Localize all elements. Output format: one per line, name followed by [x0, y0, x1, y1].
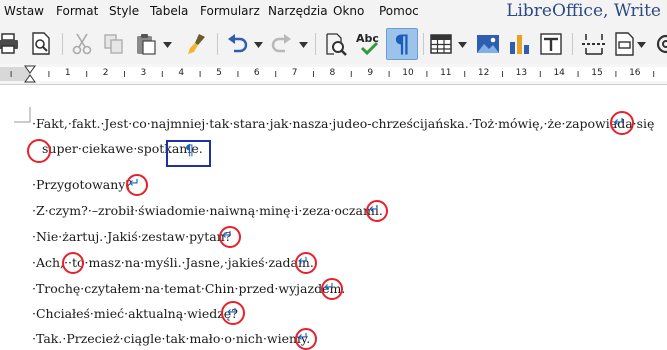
undo-icon: [228, 34, 248, 53]
insert-chart-button[interactable]: [505, 30, 533, 58]
red-annotation-circle: [219, 226, 241, 248]
ruler-number: 11: [440, 68, 452, 78]
formatting-marks-icon: ¶: [394, 30, 410, 58]
insert-chart-icon: [510, 35, 529, 54]
menu-format[interactable]: Format: [56, 4, 98, 18]
red-annotation-circle: [27, 139, 51, 163]
paragraph-line[interactable]: ·Tak.·Przecież·ciągle·tak·mało·o·nich·wi…: [32, 331, 310, 346]
print-icon: [0, 33, 18, 54]
insert-textbox-icon: [540, 33, 562, 55]
paragraph-line[interactable]: ·Z·czym?·–zrobił·świadomie·naiwną·minę·i…: [32, 203, 383, 218]
red-annotation-circle: [295, 252, 317, 274]
redo-icon: [271, 34, 291, 53]
find-replace-button[interactable]: [322, 30, 350, 58]
find-replace-icon: [326, 33, 347, 56]
ruler-number: 4: [178, 68, 185, 78]
insert-table-icon: [430, 34, 452, 54]
paste-dropdown[interactable]: [163, 40, 172, 49]
ruler-number: 12: [477, 68, 490, 78]
spelling-icon: Abc: [356, 32, 379, 56]
chevron-down-icon: [254, 41, 263, 48]
ruler-number: 13: [515, 68, 528, 78]
toolbar-separator: [315, 33, 316, 55]
insert-table-button[interactable]: [427, 30, 455, 58]
red-annotation-circle: [321, 278, 343, 300]
print-preview-button[interactable]: [27, 30, 55, 58]
paragraph-line[interactable]: ·Trochę·czytałem·na·temat·Chin·przed·wyj…: [32, 281, 345, 296]
ruler-number: 3: [140, 68, 147, 78]
ruler-margin: [0, 67, 30, 81]
ruler-number: 8: [329, 68, 336, 78]
paragraph-line[interactable]: ·Nie·żartuj.·Jakiś·zestaw·pytań?: [32, 229, 231, 244]
ruler-number: 2: [102, 68, 109, 78]
cut-button[interactable]: [68, 30, 96, 58]
menu-bar: Wstaw Format Style Tabela Formularz Narz…: [0, 0, 667, 24]
insert-image-button[interactable]: [474, 30, 502, 58]
page-break-icon: [582, 34, 606, 55]
paste-icon: [137, 34, 156, 55]
paste-button[interactable]: [132, 30, 160, 58]
menu-okno[interactable]: Okno: [333, 4, 364, 18]
insert-textbox-button[interactable]: [537, 30, 565, 58]
ruler-number: 14: [553, 68, 565, 78]
menu-narzedzia[interactable]: Narzędzia: [268, 4, 328, 18]
print-button[interactable]: [0, 30, 22, 58]
ruler-number: 7: [291, 68, 298, 78]
chevron-down-icon: [163, 41, 172, 48]
ruler-number: 10: [402, 68, 414, 78]
red-annotation-circle: [221, 301, 245, 325]
undo-button[interactable]: [223, 30, 251, 58]
insert-special-button[interactable]: [652, 30, 667, 58]
toolbar-separator: [572, 33, 573, 55]
copy-icon: [104, 34, 123, 54]
paragraph-line[interactable]: ·Przygotowany?: [32, 177, 132, 192]
ruler-number: 6: [253, 68, 260, 78]
toolbar-separator: [62, 33, 63, 55]
insert-table-dropdown[interactable]: [458, 40, 467, 49]
paragraph-line[interactable]: ·Fakt,·fakt.·Jest·co·najmniej·tak·stara·…: [32, 116, 654, 131]
print-preview-icon: [32, 32, 50, 55]
clone-formatting-icon: [188, 34, 205, 54]
ruler-number: 9: [367, 68, 374, 78]
chevron-down-icon: [458, 41, 467, 48]
insert-field-icon: [615, 32, 634, 56]
undo-dropdown[interactable]: [254, 40, 263, 49]
page-break-button[interactable]: [580, 30, 608, 58]
standard-toolbar: Abc ¶: [0, 24, 667, 65]
formatting-marks-toggle[interactable]: ¶: [386, 28, 418, 60]
insert-field-dropdown[interactable]: [637, 40, 646, 49]
horizontal-ruler[interactable]: 1 2 3 4 5 6 7 8 9 10 11 12 13 14 15 16: [0, 64, 667, 85]
ruler-number: 15: [591, 68, 603, 78]
red-annotation-circle: [366, 200, 388, 222]
copy-button[interactable]: [100, 30, 128, 58]
insert-field-button[interactable]: [611, 30, 639, 58]
red-annotation-circle: [295, 328, 317, 350]
menu-wstaw[interactable]: Wstaw: [4, 4, 44, 18]
menu-formularz[interactable]: Formularz: [200, 4, 260, 18]
ruler-number: 16: [629, 68, 641, 78]
toolbar-separator: [217, 33, 218, 55]
chevron-down-icon: [299, 41, 308, 48]
red-annotation-circle: [126, 174, 148, 196]
menu-style[interactable]: Style: [109, 4, 139, 18]
redo-dropdown[interactable]: [299, 40, 308, 49]
paragraph-line[interactable]: ·Chciałeś·mieć·aktualną·wiedzę?: [32, 306, 238, 321]
chevron-down-icon: [637, 41, 646, 48]
clone-formatting-button[interactable]: [183, 30, 211, 58]
red-annotation-circle: [610, 111, 634, 135]
redo-button[interactable]: [268, 30, 296, 58]
insert-special-icon: [656, 34, 667, 54]
paragraph-mark: ¶: [185, 143, 194, 159]
cut-icon: [72, 33, 92, 55]
toolbar-separator: [423, 33, 424, 55]
ruler-number: 1: [64, 68, 71, 78]
menu-tabela[interactable]: Tabela: [150, 4, 188, 18]
insert-image-icon: [477, 35, 499, 53]
ruler-number: 5: [216, 68, 222, 78]
red-annotation-circle: [62, 252, 84, 274]
menu-pomoc[interactable]: Pomoc: [379, 4, 419, 18]
app-title: LibreOffice, Write: [506, 1, 661, 21]
spelling-button[interactable]: Abc: [355, 30, 383, 58]
